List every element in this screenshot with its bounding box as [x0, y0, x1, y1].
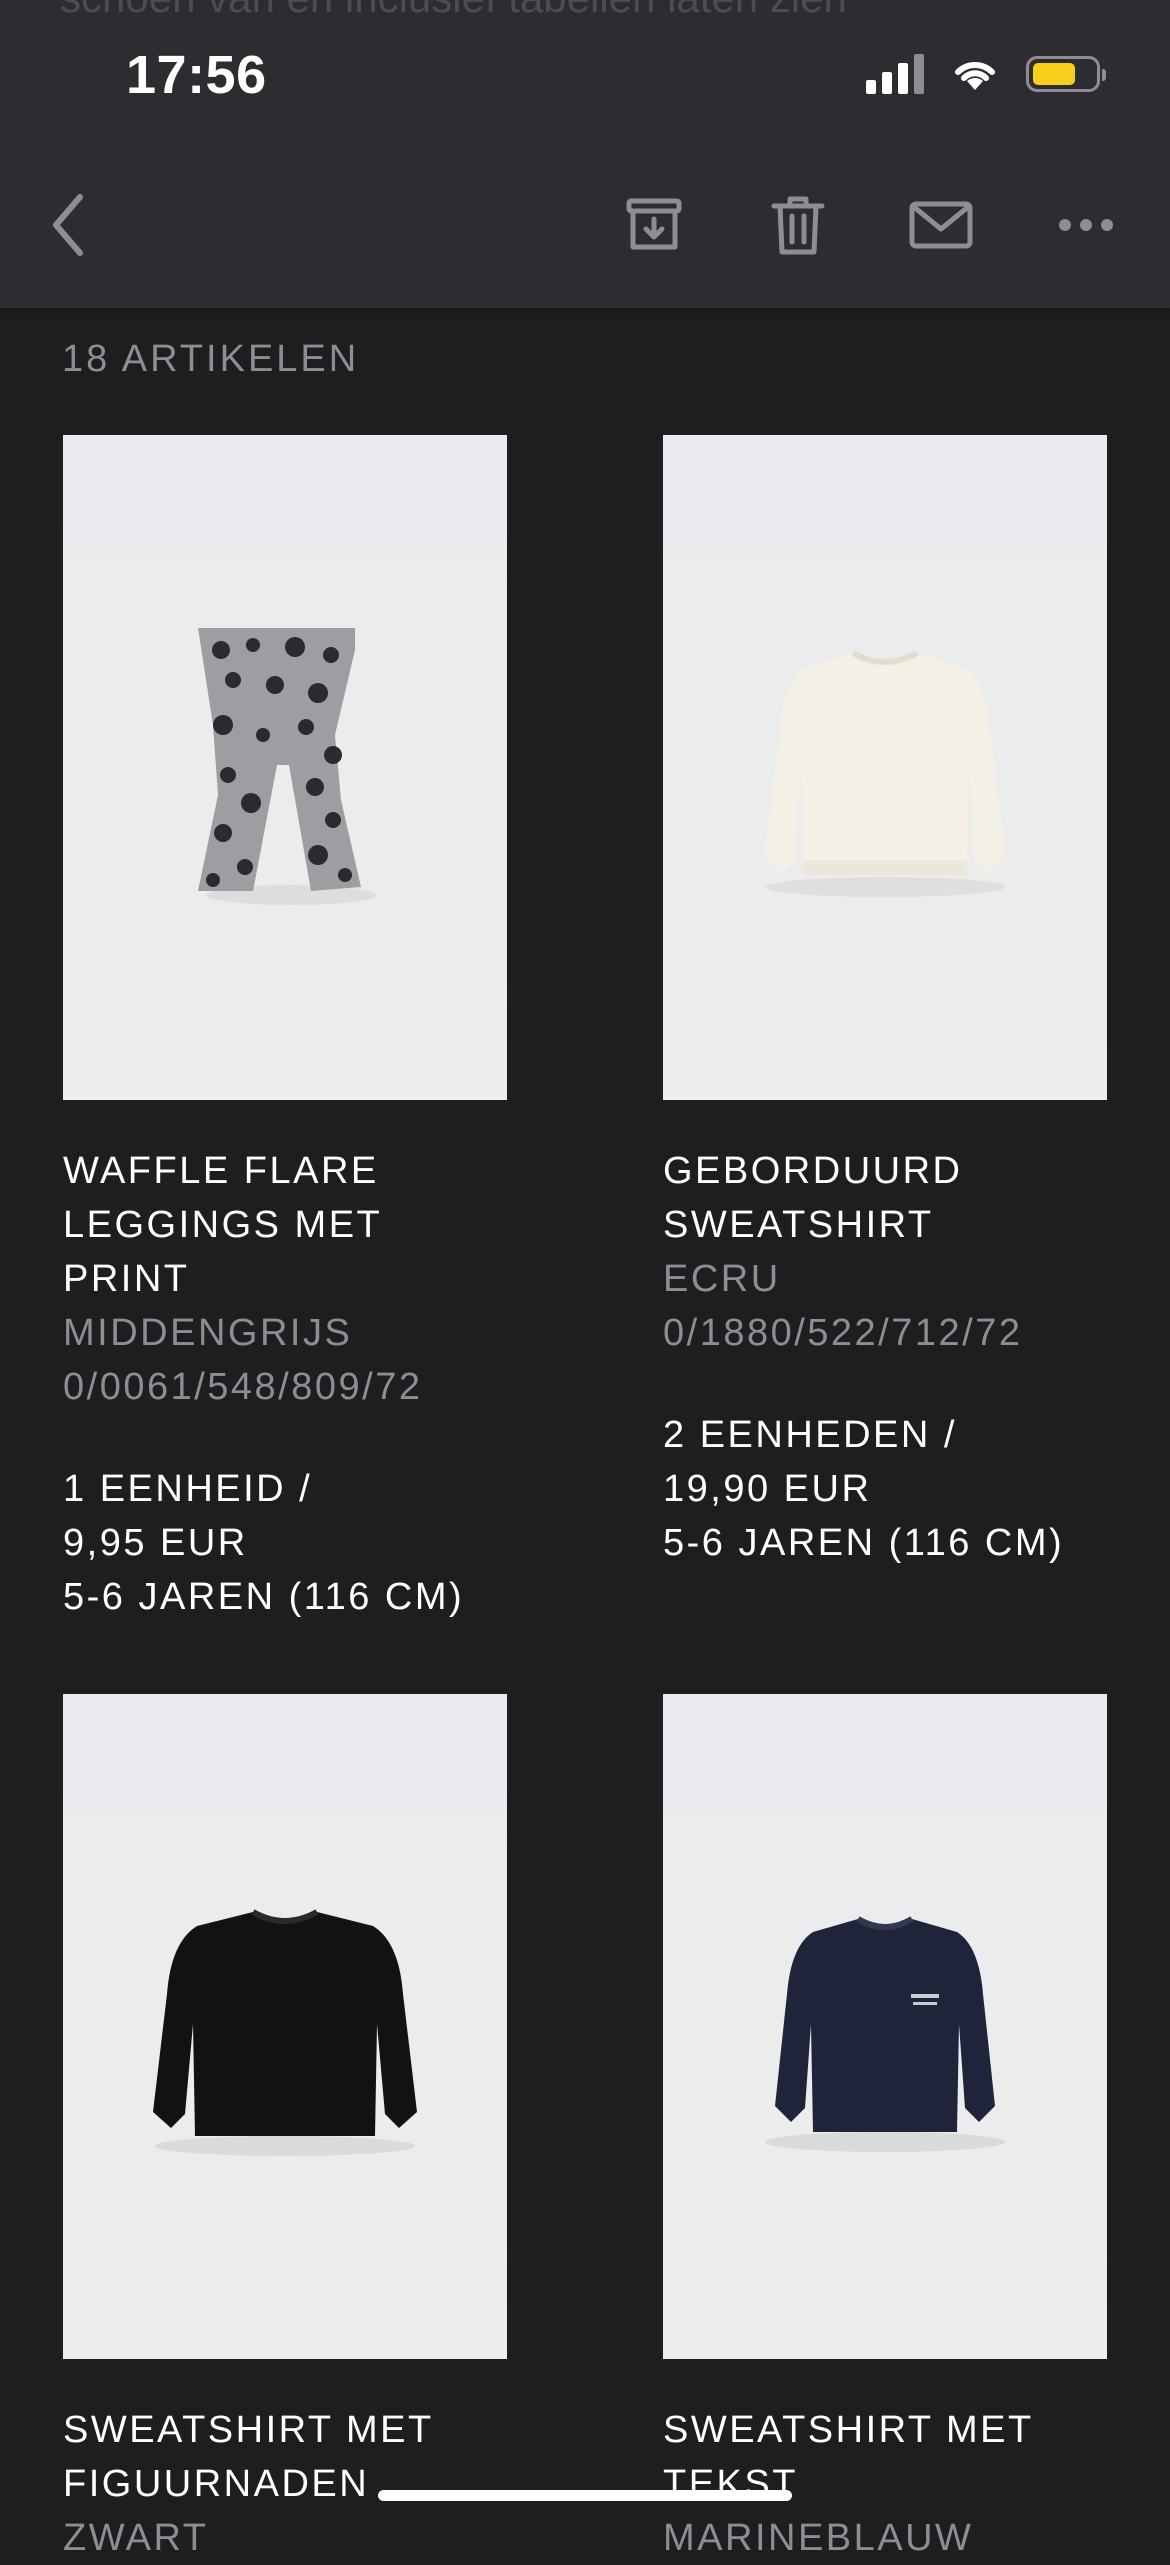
- product-name-line: WAFFLE FLARE: [63, 1150, 379, 1192]
- product-name-line: TEKST: [663, 2463, 798, 2505]
- product-price: 9,95 EUR: [63, 1522, 248, 1564]
- trash-icon: [771, 196, 825, 255]
- product-color: MARINEBLAUW: [663, 2517, 974, 2559]
- product-image: [663, 435, 1107, 1100]
- chevron-left-icon: [53, 194, 83, 256]
- product-info: SWEATSHIRT MET TEKST MARINEBLAUW: [663, 2403, 1107, 2565]
- product-color: ZWART: [63, 2517, 209, 2559]
- order-item[interactable]: GEBORDUURD SWEATSHIRT ECRU 0/1880/522/71…: [663, 435, 1107, 1570]
- product-name-line: FIGUURNADEN: [63, 2463, 370, 2505]
- ellipsis-icon: [1059, 219, 1113, 231]
- reply-button[interactable]: [901, 190, 981, 260]
- status-time: 17:56: [126, 45, 267, 105]
- email-preview-snippet: schoen van en inclusief tabellen laten z…: [60, 0, 847, 22]
- product-reference: 0/1880/522/712/72: [663, 1312, 1023, 1354]
- product-info: SWEATSHIRT MET FIGUURNADEN ZWART: [63, 2403, 507, 2565]
- envelope-icon: [909, 201, 973, 249]
- product-price: 19,90 EUR: [663, 1468, 872, 1510]
- back-button[interactable]: [28, 190, 108, 260]
- product-size: 5-6 JAREN (116 CM): [663, 1522, 1065, 1564]
- product-image: [63, 435, 507, 1100]
- product-quantity: 1 EENHEID /: [63, 1468, 313, 1510]
- delete-button[interactable]: [758, 190, 838, 260]
- order-item[interactable]: SWEATSHIRT MET TEKST MARINEBLAUW: [663, 1694, 1107, 2565]
- product-name-line: GEBORDUURD: [663, 1150, 963, 1192]
- product-image: [63, 1694, 507, 2359]
- product-color: MIDDENGRIJS: [63, 1312, 353, 1354]
- home-indicator[interactable]: [378, 2490, 792, 2501]
- wifi-icon: [955, 61, 995, 90]
- product-color: ECRU: [663, 1258, 781, 1300]
- cellular-signal-icon: [866, 54, 924, 94]
- product-name-line: SWEATSHIRT MET: [663, 2409, 1034, 2451]
- mail-toolbar: schoen van en inclusief tabellen laten z…: [0, 0, 1170, 308]
- product-name-line: SWEATSHIRT: [663, 1204, 934, 1246]
- archive-button[interactable]: [614, 190, 694, 260]
- product-quantity: 2 EENHEDEN /: [663, 1414, 957, 1456]
- more-button[interactable]: [1046, 190, 1126, 260]
- battery-icon: [1026, 56, 1106, 92]
- archive-box-icon: [626, 198, 682, 250]
- order-item[interactable]: SWEATSHIRT MET FIGUURNADEN ZWART: [63, 1694, 507, 2565]
- product-name-line: LEGGINGS MET: [63, 1204, 383, 1246]
- product-info: GEBORDUURD SWEATSHIRT ECRU 0/1880/522/71…: [663, 1144, 1107, 1570]
- product-size: 5-6 JAREN (116 CM): [63, 1576, 465, 1618]
- order-item[interactable]: WAFFLE FLARE LEGGINGS MET PRINT MIDDENGR…: [63, 435, 507, 1624]
- product-name-line: SWEATSHIRT MET: [63, 2409, 434, 2451]
- item-count: 18 ARTIKELEN: [62, 338, 360, 380]
- product-info: WAFFLE FLARE LEGGINGS MET PRINT MIDDENGR…: [63, 1144, 507, 1624]
- product-reference: 0/0061/548/809/72: [63, 1366, 423, 1408]
- status-icons: [866, 54, 1106, 94]
- product-name-line: PRINT: [63, 1258, 190, 1300]
- product-image: [663, 1694, 1107, 2359]
